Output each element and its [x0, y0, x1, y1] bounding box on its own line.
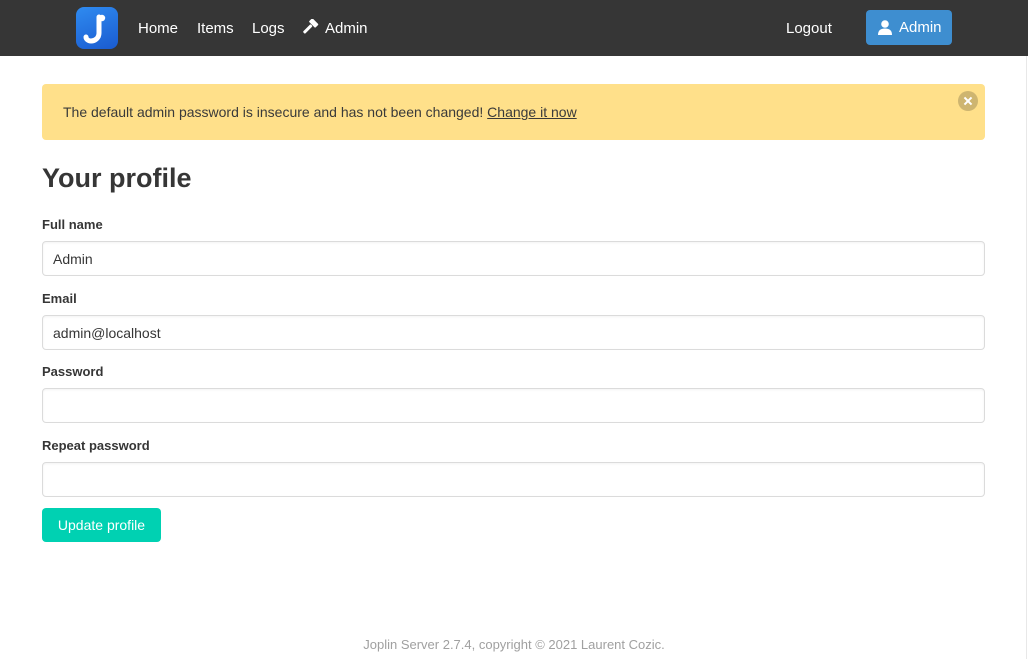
close-icon[interactable]	[958, 91, 978, 111]
page-right-border	[1026, 56, 1027, 659]
nav-home-link[interactable]: Home	[138, 19, 178, 39]
nav-items-link[interactable]: Items	[197, 19, 234, 39]
joplin-logo-icon[interactable]	[76, 7, 118, 49]
change-password-link[interactable]: Change it now	[487, 104, 577, 120]
user-icon	[878, 20, 892, 35]
full-name-label: Full name	[42, 217, 103, 232]
email-label: Email	[42, 291, 77, 306]
hammer-icon	[301, 18, 319, 37]
email-input[interactable]	[42, 315, 985, 350]
user-profile-button[interactable]: Admin	[866, 10, 952, 45]
repeat-password-label: Repeat password	[42, 438, 150, 453]
footer-copyright: Joplin Server 2.7.4, copyright © 2021 La…	[363, 637, 665, 652]
notification-message: The default admin password is insecure a…	[63, 103, 577, 121]
password-label: Password	[42, 364, 104, 379]
repeat-password-input[interactable]	[42, 462, 985, 497]
logout-link[interactable]: Logout	[786, 19, 832, 39]
full-name-input[interactable]	[42, 241, 985, 276]
top-navbar: Home Items Logs Admin Logout Admin	[0, 0, 1028, 56]
insecure-password-notification: The default admin password is insecure a…	[42, 84, 985, 140]
password-input[interactable]	[42, 388, 985, 423]
nav-admin-link[interactable]: Admin	[325, 19, 368, 39]
user-button-label: Admin	[899, 19, 942, 36]
nav-logs-link[interactable]: Logs	[252, 19, 285, 39]
page-title: Your profile	[42, 163, 192, 193]
update-profile-button[interactable]: Update profile	[42, 508, 161, 542]
notification-text: The default admin password is insecure a…	[63, 104, 488, 120]
